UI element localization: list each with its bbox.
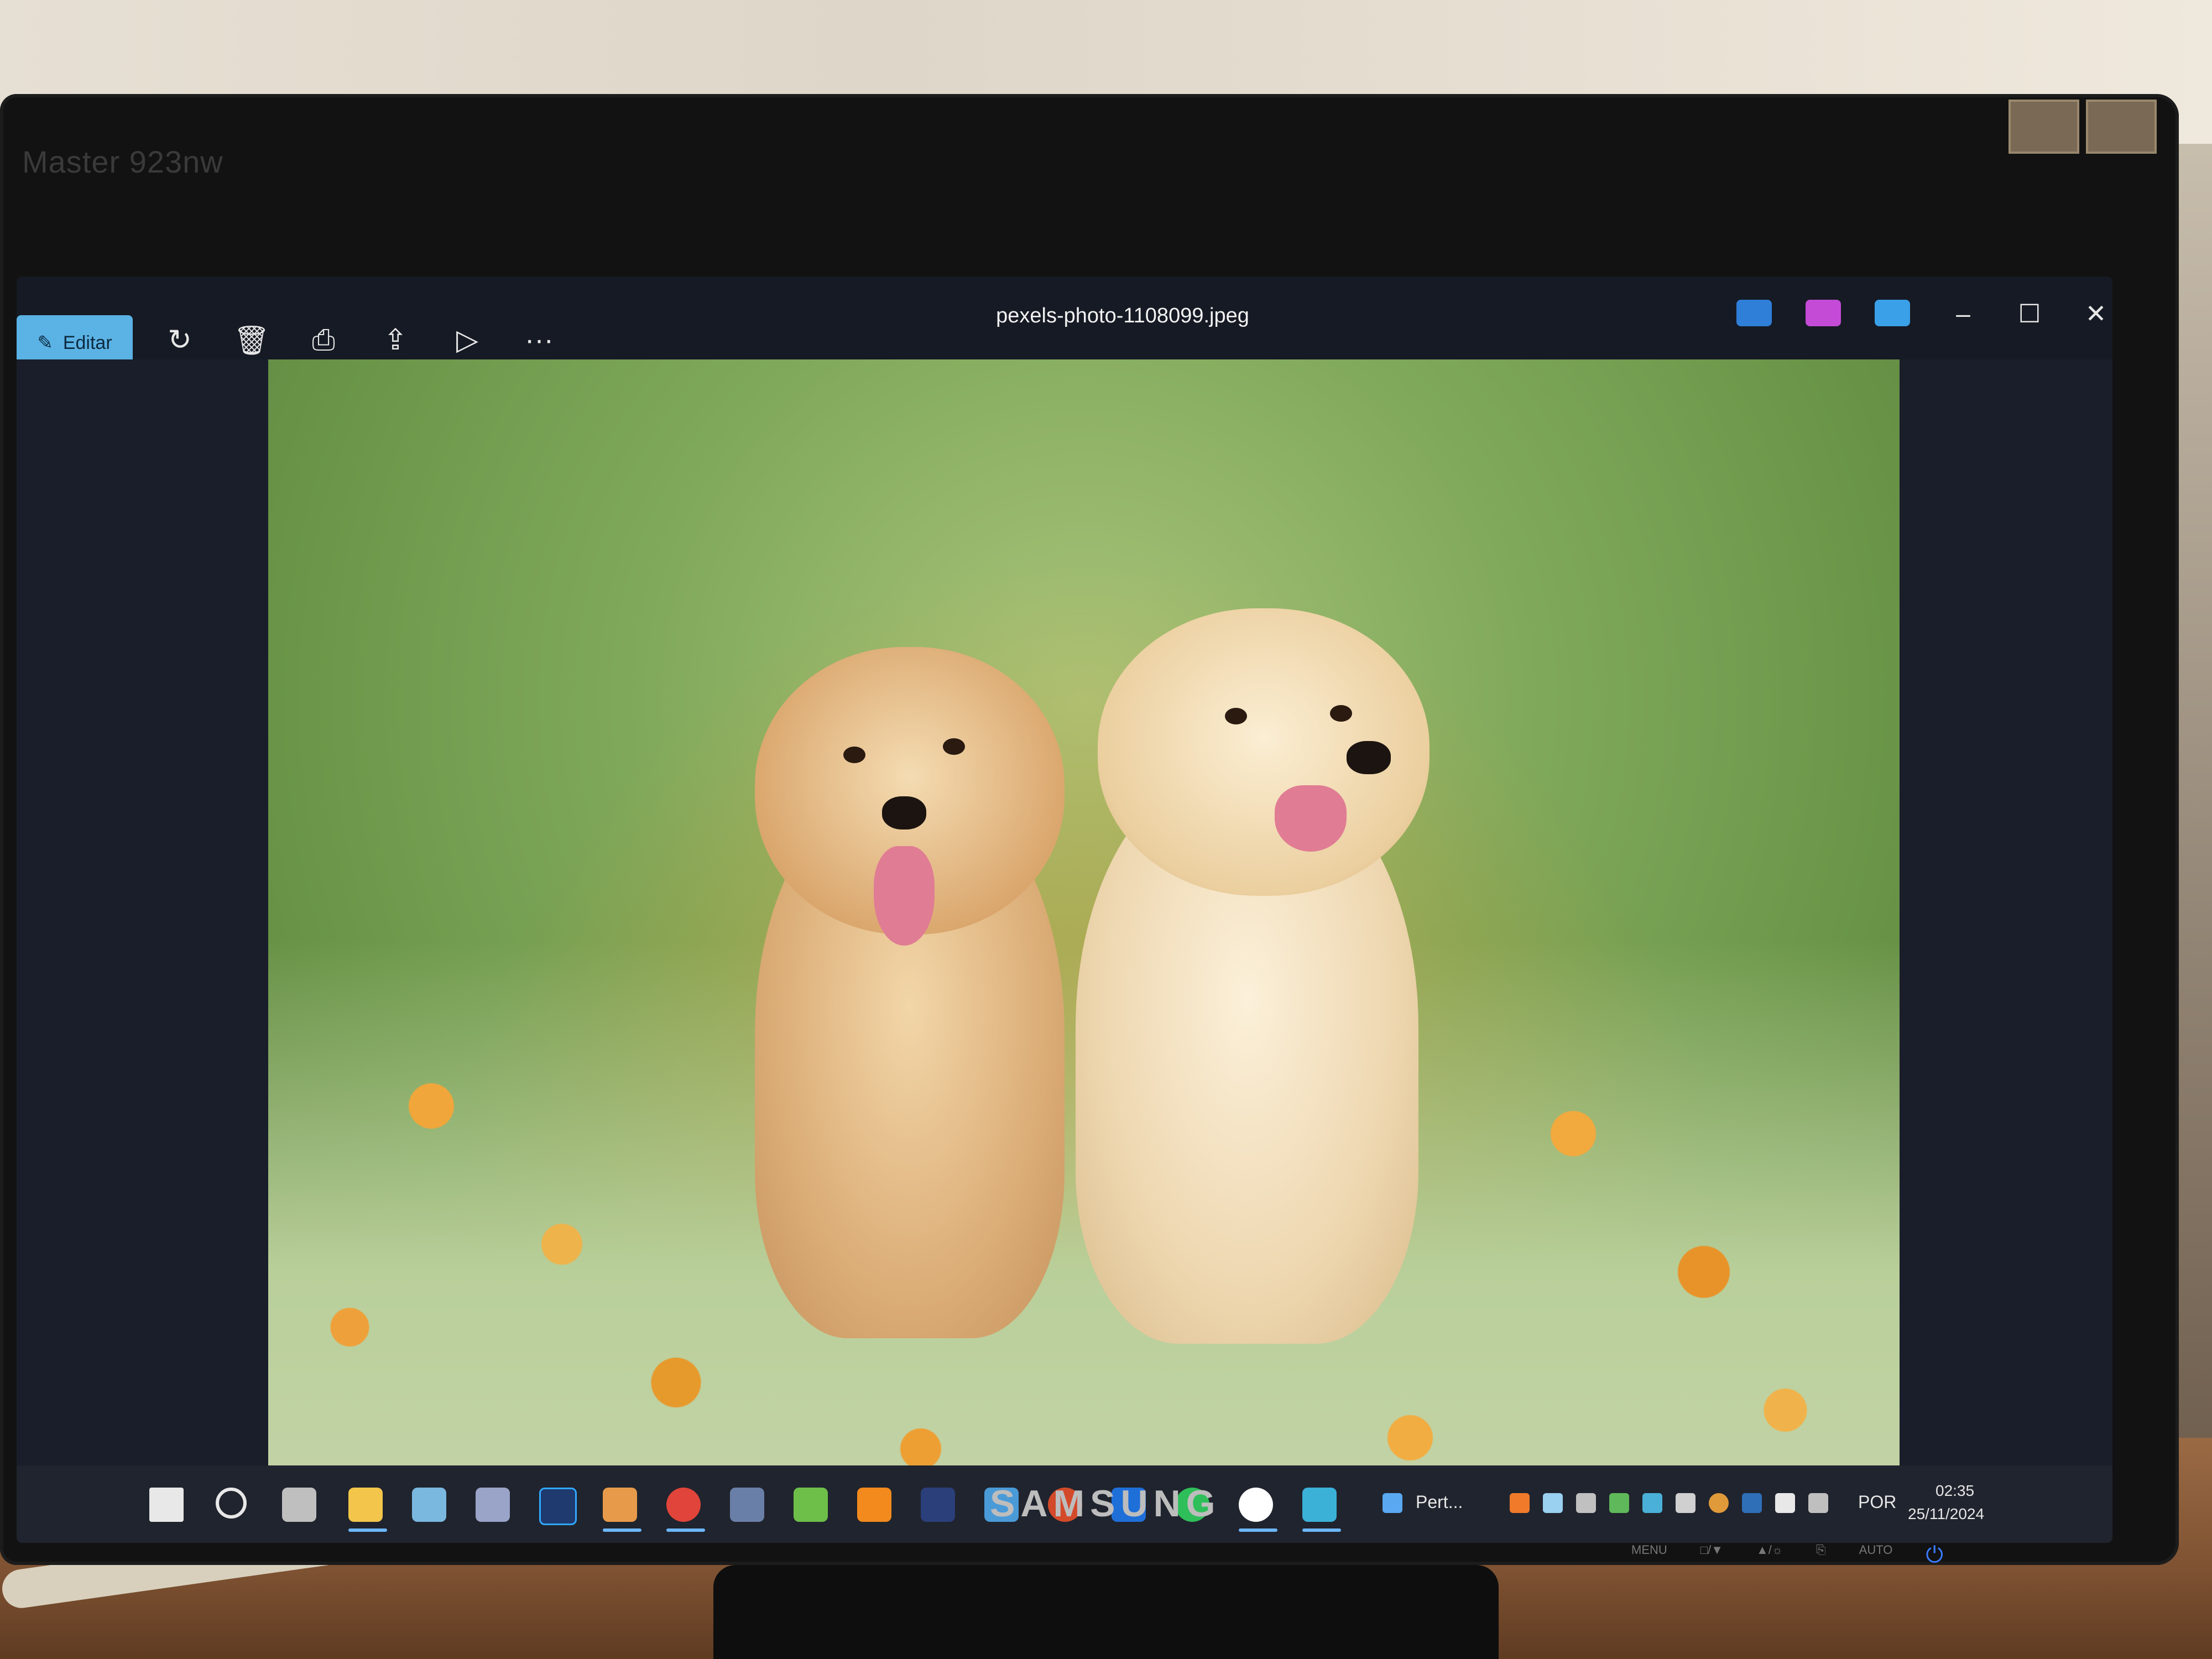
- tray-app-icon[interactable]: [1576, 1493, 1596, 1513]
- slideshow-icon[interactable]: ▷: [445, 315, 489, 365]
- puppy-left-head: [755, 647, 1065, 946]
- tool-icon[interactable]: [730, 1488, 764, 1522]
- close-button[interactable]: ✕: [2074, 299, 2112, 328]
- power-icon[interactable]: ⏻: [1926, 1543, 1943, 1568]
- clock-date[interactable]: 25/11/2024: [1908, 1505, 1984, 1523]
- puppy-right-head: [1098, 608, 1430, 896]
- share-icon[interactable]: ⇪: [373, 315, 418, 365]
- monitor-brand: SAMSUNG: [990, 1483, 1221, 1525]
- screen: ✎ Editar ↻ 🗑 ⎙ ⇪ ▷ ··· pexels-photo-1108…: [17, 276, 2112, 1543]
- delete-icon[interactable]: 🗑: [229, 315, 274, 365]
- menu-button[interactable]: MENU: [1631, 1543, 1667, 1568]
- brightness-button[interactable]: ▲/☼: [1756, 1543, 1783, 1568]
- puppies-photo: [268, 359, 1900, 1493]
- volume-icon[interactable]: [1808, 1493, 1828, 1513]
- vlc-icon[interactable]: [857, 1488, 891, 1522]
- maximize-button[interactable]: ☐: [2007, 299, 2052, 328]
- language-indicator[interactable]: POR: [1858, 1492, 1896, 1512]
- file-explorer-icon[interactable]: [348, 1488, 383, 1522]
- auto-button[interactable]: AUTO: [1859, 1543, 1893, 1568]
- tray-app-icon[interactable]: [1709, 1493, 1729, 1513]
- chrome-icon[interactable]: [666, 1488, 701, 1522]
- tray-app-icon[interactable]: [1609, 1493, 1629, 1513]
- more-icon[interactable]: ···: [517, 315, 561, 365]
- tray-app-icon[interactable]: [1543, 1493, 1563, 1513]
- input-button[interactable]: □/▼: [1700, 1543, 1723, 1568]
- file-title: pexels-photo-1108099.jpeg: [996, 304, 1249, 327]
- weather-label[interactable]: Pert...: [1416, 1492, 1463, 1512]
- designer-icon[interactable]: [1736, 300, 1772, 326]
- start-icon[interactable]: [149, 1488, 184, 1522]
- tray-app-icon[interactable]: [1676, 1493, 1695, 1513]
- task-view-icon[interactable]: [282, 1488, 316, 1522]
- steam-icon[interactable]: [1742, 1493, 1762, 1513]
- source-button[interactable]: ⎘: [1816, 1543, 1826, 1568]
- tray-app-icon[interactable]: [1510, 1493, 1530, 1513]
- search-icon[interactable]: [216, 1488, 247, 1519]
- tray-app-icon[interactable]: [1642, 1493, 1662, 1513]
- monitor-buttons: MENU □/▼ ▲/☼ ⎘ AUTO ⏻: [1631, 1543, 1943, 1568]
- monitor-model-label: Master 923nw: [22, 144, 223, 179]
- minimize-button[interactable]: –: [1941, 299, 1985, 328]
- onedrive-icon[interactable]: [1875, 300, 1910, 326]
- weather-icon[interactable]: [1383, 1493, 1402, 1513]
- rotate-icon[interactable]: ↻: [158, 315, 202, 365]
- network-icon[interactable]: [1775, 1493, 1795, 1513]
- photoshop-icon[interactable]: [539, 1488, 577, 1525]
- edit-icon: ✎: [37, 332, 53, 353]
- edit-button-label: Editar: [62, 332, 112, 353]
- editor-icon[interactable]: [476, 1488, 510, 1522]
- player-icon[interactable]: [1239, 1488, 1273, 1522]
- stack-icon[interactable]: [794, 1488, 828, 1522]
- energy-badges: [2008, 100, 2157, 154]
- photos-icon[interactable]: [1302, 1488, 1337, 1522]
- app-icon[interactable]: [603, 1488, 637, 1522]
- print-icon[interactable]: ⎙: [301, 315, 346, 365]
- clock-time[interactable]: 02:35: [1936, 1482, 1974, 1500]
- video-app-icon[interactable]: [921, 1488, 955, 1522]
- clipchamp-icon[interactable]: [1806, 300, 1841, 326]
- monitor: Master 923nw ✎ Editar ↻ 🗑 ⎙ ⇪ ▷ ··· pexe…: [0, 94, 2179, 1568]
- media-icon[interactable]: [412, 1488, 446, 1522]
- monitor-stand: [713, 1565, 1499, 1659]
